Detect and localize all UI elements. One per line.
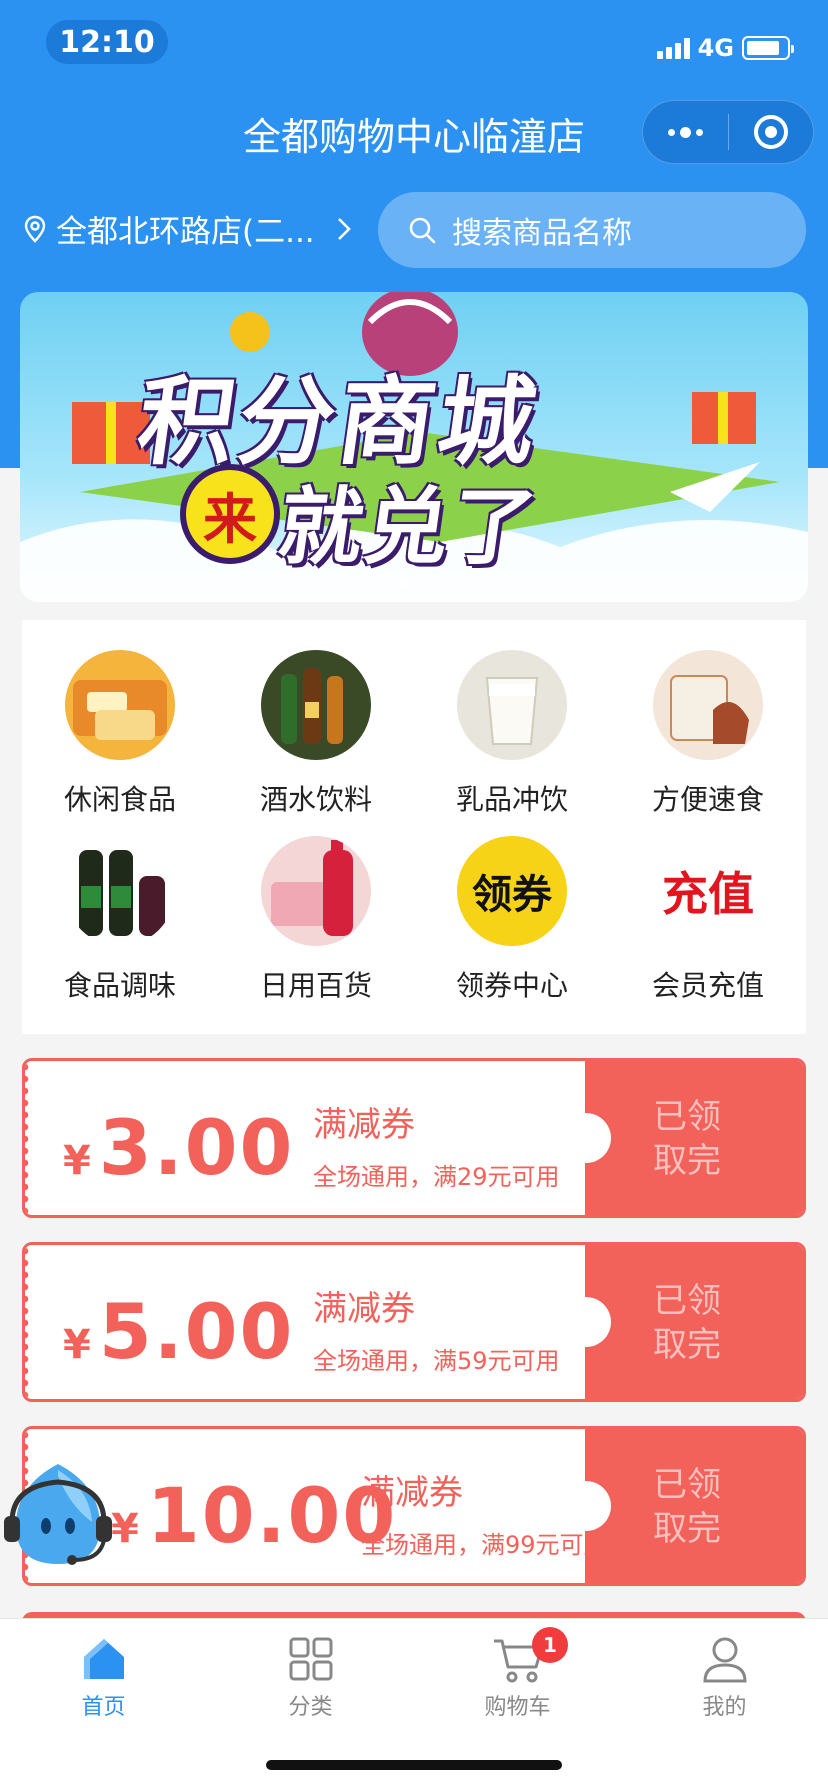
coupon-status-line: 已领 [653, 1281, 721, 1321]
category-instant-food[interactable]: 方便速食 [610, 650, 806, 836]
grid-icon [289, 1637, 332, 1681]
category-label: 会员充值 [651, 969, 764, 1002]
category-daily-goods[interactable]: 日用百货 [218, 836, 414, 1022]
coupon-value: 10.00 [146, 1471, 398, 1560]
category-beverages[interactable]: 酒水饮料 [218, 650, 414, 836]
coupon-title: 满减券 [313, 1105, 415, 1145]
coupon-title: 满减券 [361, 1473, 463, 1513]
tab-label: 分类 [288, 1695, 333, 1720]
coupon-notch [561, 1481, 611, 1531]
coupon-center-icon: 领券 [457, 836, 567, 946]
coupon-notch [561, 1113, 611, 1163]
battery-icon [742, 36, 794, 60]
customer-service-icon [4, 1464, 112, 1565]
tab-category[interactable]: 分类 [207, 1633, 414, 1721]
coupon-amount: ¥ 10.00 [111, 1471, 397, 1560]
tab-mine[interactable]: 我的 [621, 1633, 828, 1721]
tab-label: 购物车 [484, 1695, 551, 1720]
coupon-status: 已领 取完 [653, 1279, 753, 1367]
category-label: 酒水饮料 [259, 783, 372, 816]
coupon-desc: 全场通用，满29元可用 [313, 1163, 560, 1191]
category-label: 乳品冲饮 [455, 783, 568, 816]
search-icon [409, 217, 436, 244]
coupon-status: 已领 取完 [653, 1095, 753, 1183]
coupon-status-line: 已领 [653, 1465, 721, 1505]
coupon-desc: 全场通用，满59元可用 [313, 1347, 560, 1375]
tab-home[interactable]: 首页 [0, 1633, 207, 1721]
close-mini-program-button[interactable] [729, 101, 814, 163]
network-type: 4G [697, 34, 734, 62]
coupon-notch [561, 1297, 611, 1347]
category-recharge[interactable]: 充值 会员充值 [610, 836, 806, 1022]
coupon-amount: ¥ 3.00 [63, 1103, 294, 1192]
coupon-status: 已领 取完 [653, 1463, 753, 1551]
coupon-status-line: 取完 [653, 1325, 721, 1365]
coupon-status-line: 取完 [653, 1141, 721, 1181]
promo-banner[interactable]: 积分商城 来 就兑了 [20, 292, 808, 602]
home-indicator [266, 1760, 562, 1770]
banner-badge: 来 [180, 464, 280, 564]
tab-cart[interactable]: 购物车 1 [414, 1627, 621, 1721]
coupon-status-line: 取完 [653, 1509, 721, 1549]
instant-noodle-icon [653, 650, 763, 760]
category-seasoning[interactable]: 食品调味 [22, 836, 218, 1022]
currency-symbol: ¥ [63, 1138, 91, 1184]
more-dots-icon [667, 126, 703, 138]
signal-icon [656, 37, 690, 59]
search-placeholder: 搜索商品名称 [452, 216, 632, 251]
coupon-card[interactable]: ¥ 10.00 满减券 全场通用，满99元可用 已领 取完 [22, 1426, 806, 1586]
target-icon [753, 115, 788, 149]
mini-program-capsule [642, 100, 814, 164]
category-label: 日用百货 [259, 969, 372, 1002]
coupon-desc: 全场通用，满99元可用 [361, 1531, 608, 1559]
category-coupon-center[interactable]: 领券 领券中心 [414, 836, 610, 1022]
coupon-card[interactable]: ¥ 5.00 满减券 全场通用，满59元可用 已领 取完 [22, 1242, 806, 1402]
tab-label: 我的 [702, 1695, 747, 1720]
category-label: 食品调味 [63, 969, 176, 1002]
category-label: 休闲食品 [63, 783, 176, 816]
coupon-body: ¥ 3.00 满减券 全场通用，满29元可用 [25, 1061, 585, 1215]
recharge-icon-text: 充值 [662, 867, 754, 921]
category-label: 方便速食 [651, 783, 764, 816]
milk-icon [457, 650, 567, 760]
recharge-icon: 充值 [653, 836, 763, 946]
customer-service-button[interactable] [0, 1456, 118, 1576]
snack-icon [65, 650, 175, 760]
coupon-title: 满减券 [313, 1289, 415, 1329]
seasoning-icon [65, 836, 175, 946]
category-grid: 休闲食品 酒水饮料 乳品冲饮 方便速食 食品调味 日用百货 领券 领券中心 充值… [22, 620, 806, 1034]
beverage-icon [261, 650, 371, 760]
tab-label: 首页 [81, 1695, 126, 1720]
coupon-center-icon-text: 领券 [472, 872, 552, 918]
coupon-status-line: 已领 [653, 1097, 721, 1137]
carousel-dots [400, 579, 443, 588]
status-bar: 12:10 4G [0, 0, 828, 90]
coupon-card[interactable]: ¥ 3.00 满减券 全场通用，满29元可用 已领 取完 [22, 1058, 806, 1218]
coupon-amount: ¥ 5.00 [63, 1287, 294, 1376]
banner-subline: 就兑了 [272, 478, 544, 576]
search-input[interactable]: 搜索商品名称 [378, 192, 806, 268]
coupon-value: 5.00 [98, 1287, 295, 1376]
status-indicators: 4G [656, 34, 794, 62]
coupon-value: 3.00 [98, 1103, 295, 1192]
category-snacks[interactable]: 休闲食品 [22, 650, 218, 836]
store-selector[interactable]: 全都北环路店(二... [24, 206, 351, 251]
cart-count-badge: 1 [532, 1627, 568, 1663]
coupon-body: ¥ 5.00 满减券 全场通用，满59元可用 [25, 1245, 585, 1399]
chevron-right-icon [337, 217, 351, 240]
daily-goods-icon [261, 836, 371, 946]
category-label: 领券中心 [455, 969, 568, 1002]
title-bar: 全都购物中心临潼店 [0, 96, 828, 168]
location-pin-icon [24, 215, 46, 243]
more-button[interactable] [643, 101, 728, 163]
status-time: 12:10 [46, 20, 168, 64]
category-dairy[interactable]: 乳品冲饮 [414, 650, 610, 836]
store-name: 全都北环路店(二... [56, 214, 315, 250]
home-icon [83, 1639, 124, 1679]
currency-symbol: ¥ [63, 1322, 91, 1368]
user-icon [702, 1637, 747, 1683]
